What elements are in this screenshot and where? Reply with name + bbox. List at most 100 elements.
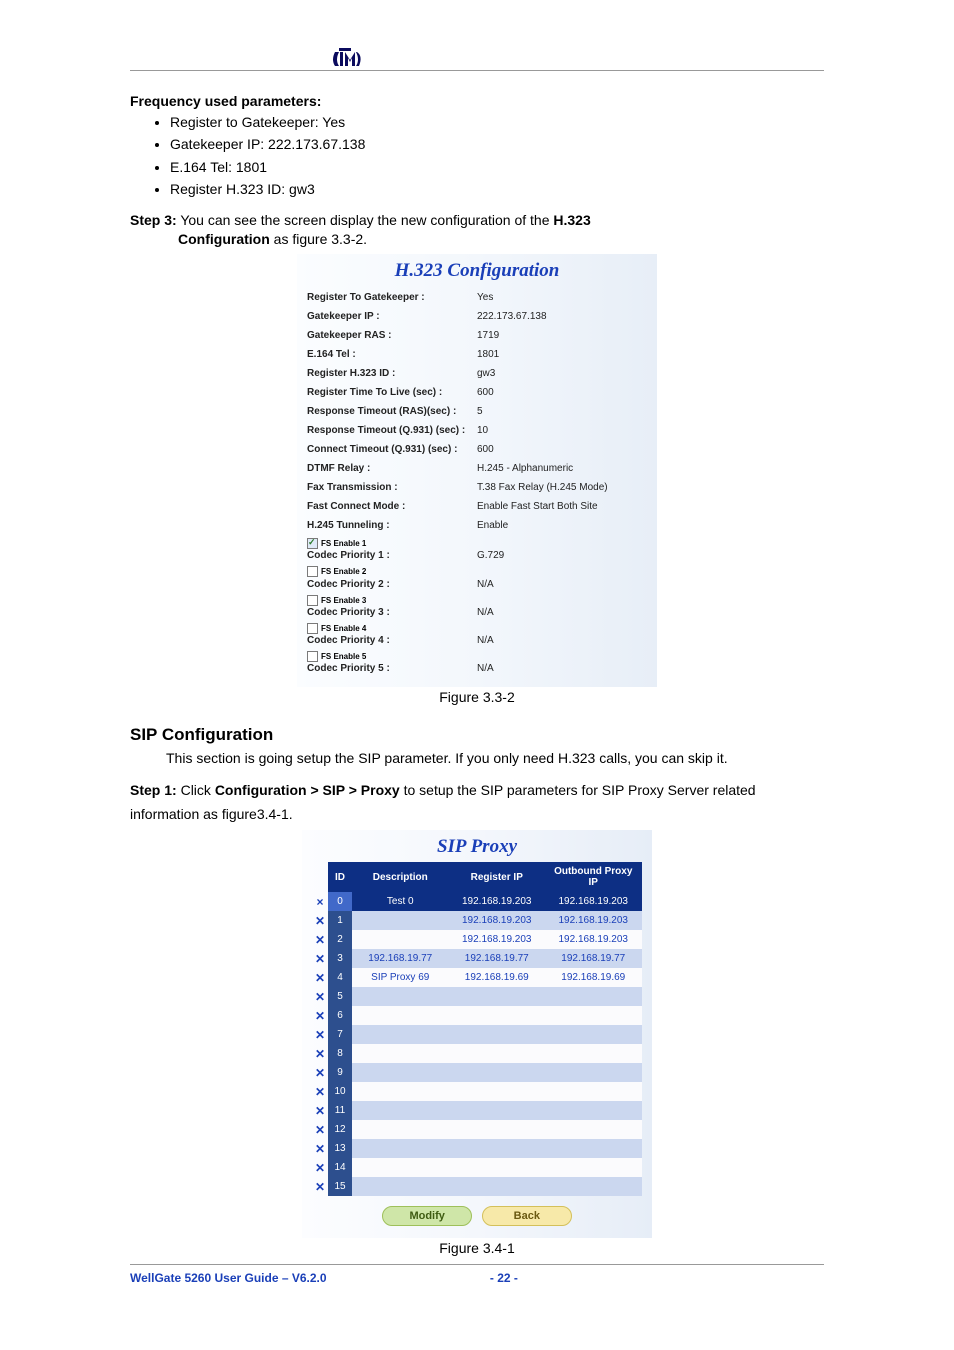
table-row[interactable]: ✕8	[312, 1044, 642, 1063]
step1-text: Step 1: Click Configuration > SIP > Prox…	[130, 779, 824, 827]
config-value: N/A	[477, 634, 647, 648]
delete-row-icon[interactable]: ✕	[312, 949, 328, 968]
config-label: DTMF Relay :	[307, 459, 477, 478]
checkbox-icon[interactable]	[307, 566, 318, 577]
delete-row-icon[interactable]: ✕	[312, 930, 328, 949]
checkbox-icon[interactable]	[307, 623, 318, 634]
table-row[interactable]: ✕6	[312, 1006, 642, 1025]
footer-page-number: - 22 -	[490, 1271, 518, 1285]
step-label: Step 1:	[130, 782, 177, 798]
config-value: 10	[477, 421, 647, 440]
codec-priority-row: Codec Priority 3 :N/A	[307, 606, 647, 620]
delete-row-icon[interactable]: ✕	[312, 968, 328, 987]
sip-configuration-heading: SIP Configuration	[130, 725, 824, 745]
col-register-ip: Register IP	[449, 863, 546, 892]
col-description: Description	[352, 863, 449, 892]
description-cell	[352, 1101, 449, 1120]
table-row[interactable]: ✕3192.168.19.77192.168.19.77192.168.19.7…	[312, 949, 642, 968]
outbound-proxy-ip-cell: 192.168.19.203	[545, 892, 642, 912]
config-value: Yes	[477, 288, 647, 307]
table-row[interactable]: ✕13	[312, 1139, 642, 1158]
delete-row-icon[interactable]: ✕	[312, 1044, 328, 1063]
table-row[interactable]: ✕14	[312, 1158, 642, 1177]
table-row[interactable]: ×0Test 0192.168.19.203192.168.19.203	[312, 892, 642, 912]
delete-row-icon[interactable]: ✕	[312, 1177, 328, 1196]
config-value: 600	[477, 383, 647, 402]
back-button[interactable]: Back	[482, 1206, 572, 1226]
config-label: Codec Priority 3 :	[307, 606, 477, 620]
sip-intro-text: This section is going setup the SIP para…	[130, 747, 824, 771]
fs-enable-label: FS Enable 1	[321, 538, 366, 549]
config-value: Enable Fast Start Both Site	[477, 497, 647, 516]
description-cell: SIP Proxy 69	[352, 968, 449, 987]
codec-priority-row: Codec Priority 1 :G.729	[307, 549, 647, 563]
register-ip-cell	[449, 1101, 546, 1120]
register-ip-cell	[449, 1158, 546, 1177]
outbound-proxy-ip-cell	[545, 1120, 642, 1139]
table-row[interactable]: ✕12	[312, 1120, 642, 1139]
h323-configuration-figure: H.323 Configuration Register To Gatekeep…	[297, 254, 657, 687]
col-id: ID	[328, 863, 352, 892]
table-row[interactable]: ✕4SIP Proxy 69192.168.19.69192.168.19.69	[312, 968, 642, 987]
delete-row-icon[interactable]: ✕	[312, 987, 328, 1006]
h323-config-row: E.164 Tel :1801	[307, 345, 647, 364]
delete-row-icon[interactable]: ✕	[312, 1139, 328, 1158]
table-row[interactable]: ✕1192.168.19.203192.168.19.203	[312, 911, 642, 930]
freq-parameter-list: Register to Gatekeeper: Yes Gatekeeper I…	[130, 111, 824, 201]
register-ip-cell: 192.168.19.203	[449, 911, 546, 930]
delete-row-icon[interactable]: ✕	[312, 1006, 328, 1025]
delete-row-icon[interactable]: ✕	[312, 1158, 328, 1177]
register-ip-cell	[449, 1082, 546, 1101]
delete-row-icon[interactable]: ✕	[312, 1120, 328, 1139]
register-ip-cell: 192.168.19.69	[449, 968, 546, 987]
checkbox-icon[interactable]	[307, 595, 318, 606]
table-row[interactable]: ✕5	[312, 987, 642, 1006]
id-cell: 14	[328, 1158, 352, 1177]
checkbox-icon[interactable]	[307, 651, 318, 662]
outbound-proxy-ip-cell: 192.168.19.69	[545, 968, 642, 987]
table-row[interactable]: ✕10	[312, 1082, 642, 1101]
description-cell	[352, 1139, 449, 1158]
list-item: Register to Gatekeeper: Yes	[170, 111, 824, 133]
description-cell	[352, 930, 449, 949]
register-ip-cell	[449, 1025, 546, 1044]
table-row[interactable]: ✕7	[312, 1025, 642, 1044]
list-item: Register H.323 ID: gw3	[170, 178, 824, 200]
delete-row-icon[interactable]: ✕	[312, 1025, 328, 1044]
list-item: E.164 Tel: 1801	[170, 156, 824, 178]
config-label: Register Time To Live (sec) :	[307, 383, 477, 402]
config-value: gw3	[477, 364, 647, 383]
description-cell	[352, 1025, 449, 1044]
freq-heading: Frequency used parameters:	[130, 93, 824, 109]
checkbox-icon[interactable]	[307, 538, 318, 549]
description-cell: 192.168.19.77	[352, 949, 449, 968]
id-cell: 12	[328, 1120, 352, 1139]
outbound-proxy-ip-cell	[545, 1101, 642, 1120]
table-row[interactable]: ✕2192.168.19.203192.168.19.203	[312, 930, 642, 949]
table-row[interactable]: ✕11	[312, 1101, 642, 1120]
config-label: Connect Timeout (Q.931) (sec) :	[307, 440, 477, 459]
table-row[interactable]: ✕15	[312, 1177, 642, 1196]
table-row[interactable]: ✕9	[312, 1063, 642, 1082]
id-cell: 13	[328, 1139, 352, 1158]
config-value: 222.173.67.138	[477, 307, 647, 326]
h323-config-row: Register Time To Live (sec) :600	[307, 383, 647, 402]
fs-enable-label: FS Enable 5	[321, 651, 366, 662]
config-label: Response Timeout (Q.931) (sec) :	[307, 421, 477, 440]
config-label: Register H.323 ID :	[307, 364, 477, 383]
delete-row-icon[interactable]: ✕	[312, 1101, 328, 1120]
delete-row-icon[interactable]: ✕	[312, 1082, 328, 1101]
id-cell: 8	[328, 1044, 352, 1063]
id-cell: 0	[328, 892, 352, 912]
delete-row-icon[interactable]: ×	[312, 892, 328, 912]
id-cell: 4	[328, 968, 352, 987]
delete-row-icon[interactable]: ✕	[312, 911, 328, 930]
description-cell	[352, 1044, 449, 1063]
id-cell: 6	[328, 1006, 352, 1025]
register-ip-cell: 192.168.19.203	[449, 930, 546, 949]
register-ip-cell	[449, 1139, 546, 1158]
col-outbound-proxy-ip: Outbound Proxy IP	[545, 863, 642, 892]
h323-config-row: Register H.323 ID :gw3	[307, 364, 647, 383]
delete-row-icon[interactable]: ✕	[312, 1063, 328, 1082]
modify-button[interactable]: Modify	[382, 1206, 472, 1226]
